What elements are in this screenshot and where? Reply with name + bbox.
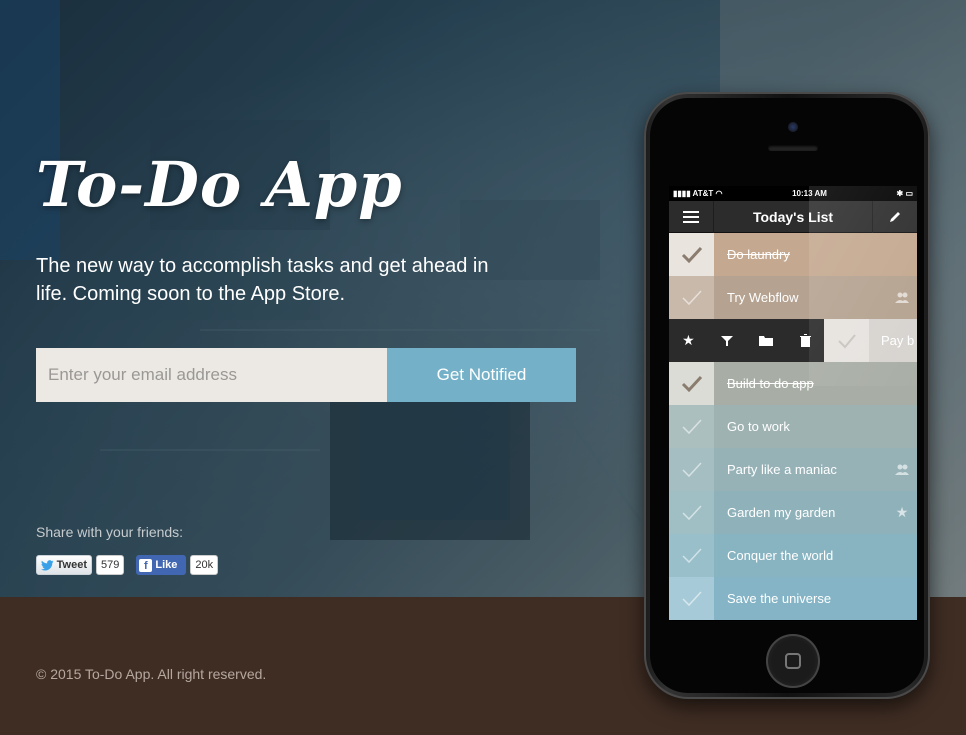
people-icon	[887, 292, 917, 304]
checkmark-icon	[681, 461, 702, 477]
checkmark-icon	[681, 418, 702, 434]
task-row[interactable]: Garden my garden ★	[669, 491, 917, 534]
folder-icon[interactable]	[759, 335, 774, 346]
get-notified-button[interactable]: Get Notified	[387, 348, 576, 402]
pencil-icon	[890, 211, 900, 222]
checkmark-icon	[681, 289, 702, 305]
checkmark-icon	[681, 547, 702, 563]
footer-copyright: © 2015 To-Do App. All right reserved.	[36, 666, 267, 682]
task-label: Party like a maniac	[727, 462, 837, 477]
task-checkbox[interactable]	[669, 276, 714, 319]
status-time: 10:13 AM	[792, 189, 827, 198]
carrier-label: AT&T	[692, 189, 714, 198]
checkmark-icon	[681, 375, 702, 392]
task-label: Conquer the world	[727, 548, 834, 563]
task-label: Pay b	[881, 333, 915, 348]
task-checkbox[interactable]	[669, 534, 714, 577]
filter-icon[interactable]	[721, 335, 734, 347]
task-label: Save the universe	[727, 591, 832, 606]
task-row[interactable]: Conquer the world	[669, 534, 917, 577]
camera-icon	[788, 122, 798, 132]
task-checkbox[interactable]	[669, 577, 714, 620]
task-list-top: Do laundry Try Webflow	[669, 233, 917, 319]
task-checkbox[interactable]	[669, 448, 714, 491]
tweet-count: 579	[96, 555, 125, 575]
phone-screen: ▮▮▮▮ AT&T ◠ 10:13 AM ✱ ▭ Today's List Do…	[669, 186, 917, 621]
list-title: Today's List	[752, 208, 834, 225]
swiped-task-row[interactable]: ★ Pay b	[669, 319, 917, 362]
trash-icon[interactable]	[799, 334, 811, 347]
task-list-bottom: Build to do app Go to work Party like a ma…	[669, 362, 917, 620]
checkmark-icon	[681, 504, 702, 520]
task-checkbox[interactable]	[669, 362, 714, 405]
like-button[interactable]: f Like	[136, 555, 187, 575]
task-row[interactable]: Do laundry	[669, 233, 917, 276]
menu-button[interactable]	[669, 200, 714, 233]
star-icon[interactable]: ★	[682, 333, 695, 349]
signup-form: Get Notified	[36, 348, 576, 402]
facebook-icon: f	[139, 558, 153, 572]
tweet-label: Tweet	[56, 559, 87, 571]
task-label: Go to work	[727, 419, 790, 434]
status-bar: ▮▮▮▮ AT&T ◠ 10:13 AM ✱ ▭	[669, 186, 917, 201]
task-checkbox[interactable]	[669, 233, 714, 276]
swipe-actions: ★	[669, 333, 824, 349]
task-checkbox[interactable]	[669, 405, 714, 448]
edit-button[interactable]	[872, 200, 917, 233]
phone-mockup: ▮▮▮▮ AT&T ◠ 10:13 AM ✱ ▭ Today's List Do…	[644, 92, 930, 699]
task-checkbox[interactable]	[669, 491, 714, 534]
task-label: Garden my garden	[727, 505, 836, 520]
tagline: The new way to accomplish tasks and get …	[36, 255, 489, 305]
task-label: Do laundry	[727, 247, 790, 262]
wifi-icon: ◠	[715, 189, 723, 198]
task-row[interactable]: Go to work	[669, 405, 917, 448]
carrier-signal: ▮▮▮▮ AT&T ◠	[673, 189, 723, 198]
task-row[interactable]: Build to do app	[669, 362, 917, 405]
twitter-bird-icon	[41, 559, 54, 571]
share-label: Share with your friends:	[36, 524, 184, 540]
task-label: Build to do app	[727, 376, 814, 391]
task-label: Try Webflow	[727, 290, 799, 305]
speaker-grille	[768, 145, 818, 151]
like-label: Like	[155, 559, 178, 571]
hamburger-icon	[683, 210, 699, 223]
task-checkbox[interactable]	[824, 319, 869, 362]
tweet-button[interactable]: Tweet	[36, 555, 92, 575]
task-row[interactable]: Save the universe	[669, 577, 917, 620]
task-row[interactable]: Party like a maniac	[669, 448, 917, 491]
email-input[interactable]	[36, 348, 387, 402]
battery-icon: ✱ ▭	[896, 189, 913, 198]
home-square-icon	[785, 653, 801, 669]
like-count: 20k	[190, 555, 219, 575]
app-title: To-Do App	[36, 148, 403, 221]
signal-icon: ▮▮▮▮	[673, 189, 691, 198]
checkmark-icon	[681, 246, 702, 263]
checkmark-icon	[681, 590, 702, 606]
social-buttons: Tweet 579 f Like 20k	[36, 555, 219, 575]
phone-bezel: ▮▮▮▮ AT&T ◠ 10:13 AM ✱ ▭ Today's List Do…	[650, 98, 924, 693]
app-navbar: Today's List	[669, 200, 917, 233]
star-icon: ★	[895, 504, 909, 521]
people-icon	[887, 464, 917, 476]
home-button[interactable]	[766, 634, 820, 688]
swiped-task: Pay b	[824, 319, 917, 362]
checkmark-icon	[837, 333, 856, 348]
task-row[interactable]: Try Webflow	[669, 276, 917, 319]
